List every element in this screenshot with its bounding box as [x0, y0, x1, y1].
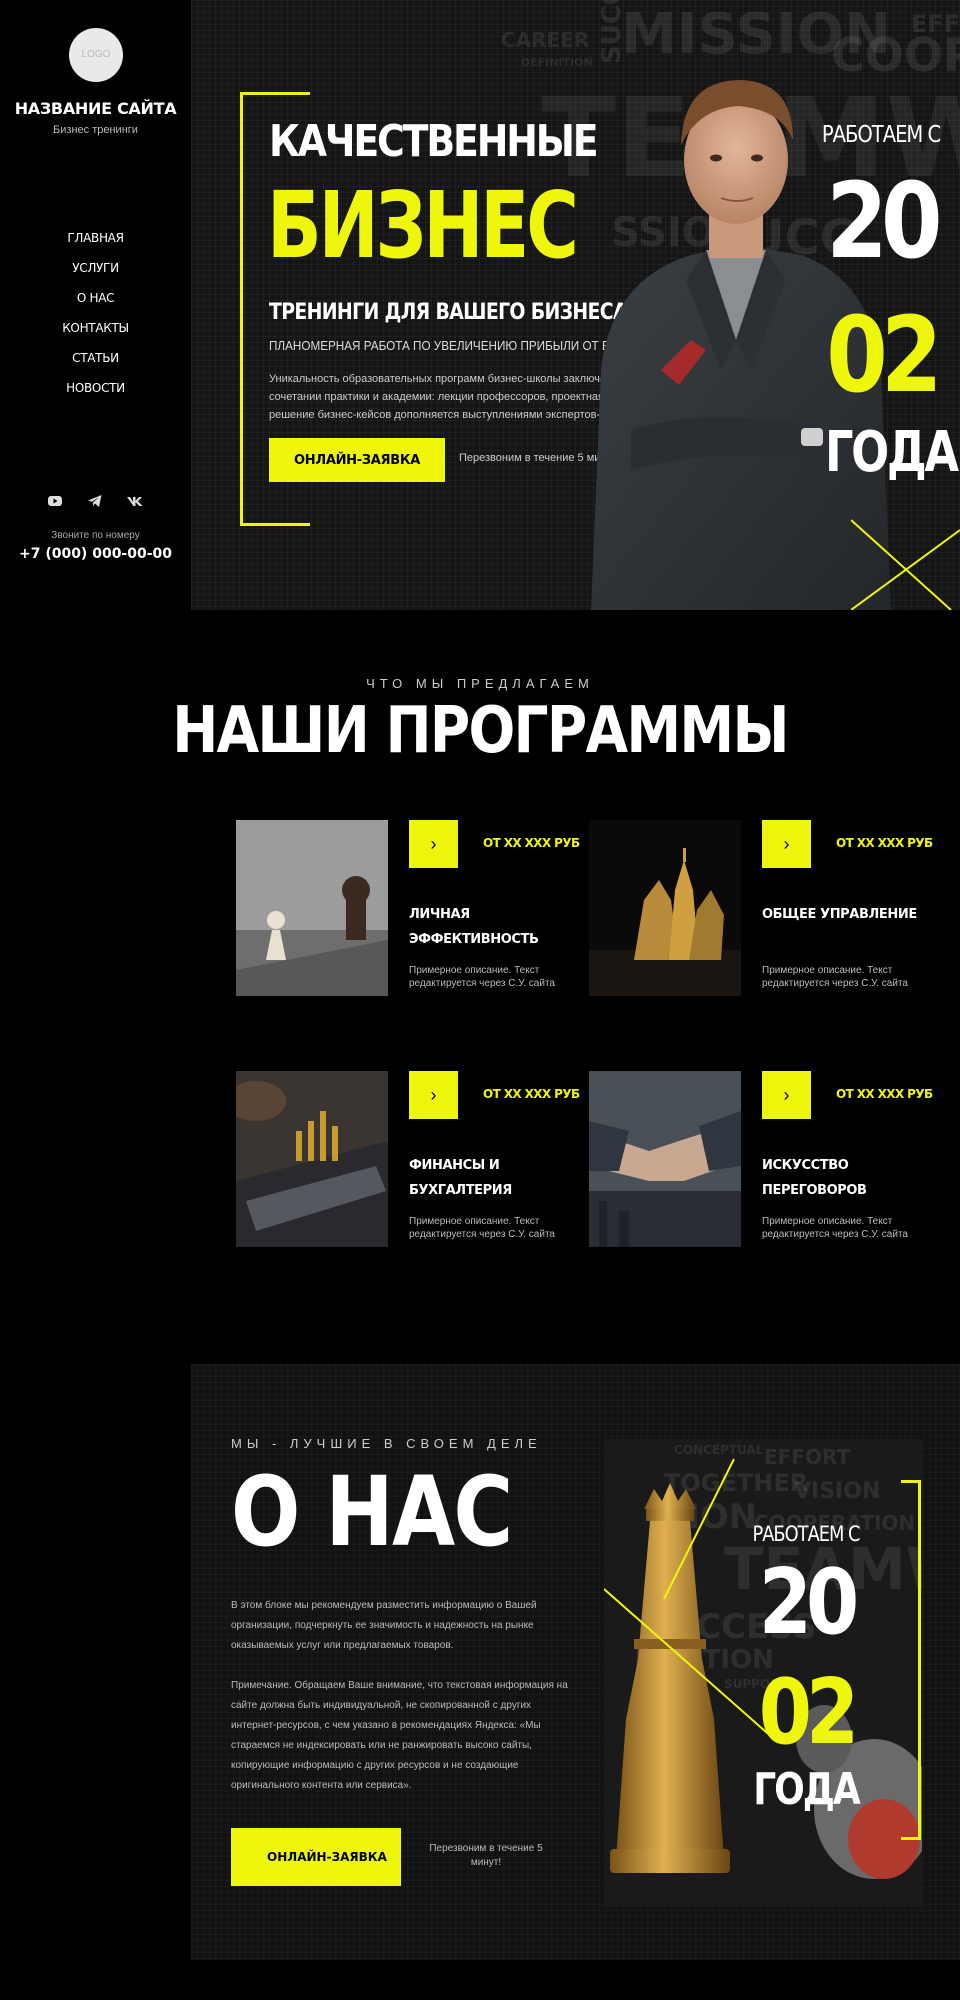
site-tagline: Бизнес тренинги [53, 124, 138, 136]
about-note: Примечание. Обращаем Ваше внимание, что … [231, 1680, 568, 1791]
hero-year-part2: 02 [826, 294, 942, 416]
finance-laptop-photo [236, 1071, 388, 1247]
handshake-photo [589, 1071, 741, 1247]
card-title[interactable]: ФИНАНСЫ И БУХГАЛТЕРИЯ [409, 1153, 569, 1203]
hero-title-line2: БИЗНЕС [267, 172, 579, 279]
card-description: Примерное описание. Текст редактируется … [762, 1216, 908, 1240]
card-price: ОТ XX XXX РУБ [483, 1087, 580, 1101]
nav-item-contacts[interactable]: КОНТАКТЫ [0, 318, 191, 348]
golden-chess-photo [589, 820, 741, 996]
social-links [45, 491, 145, 511]
program-card[interactable]: › ОТ XX XXX РУБ ФИНАНСЫ И БУХГАЛТЕРИЯ Пр… [236, 1071, 580, 1249]
hero-year-part1: 20 [826, 160, 942, 282]
card-price: ОТ XX XXX РУБ [483, 836, 580, 850]
about-title: О НАС [231, 1456, 513, 1568]
hero-title-line1: КАЧЕСТВЕННЫЕ [269, 116, 599, 167]
about-kicker: МЫ - ЛУЧШИЕ В СВОЕМ ДЕЛЕ [231, 1436, 542, 1451]
about-year-suffix: ГОДА [753, 1764, 861, 1815]
site-name[interactable]: НАЗВАНИЕ САЙТА [0, 99, 191, 118]
about-order-button[interactable]: ОНЛАЙН-ЗАЯВКА [231, 1828, 401, 1886]
hero-year-suffix: ГОДА [825, 420, 959, 485]
card-description: Примерное описание. Текст редактируется … [409, 1216, 555, 1240]
logo[interactable]: LOGO [69, 28, 123, 82]
about-section: МЫ - ЛУЧШИЕ В СВОЕМ ДЕЛЕ О НАС В этом бл… [191, 1364, 960, 1960]
main-nav: ГЛАВНАЯ УСЛУГИ О НАС КОНТАКТЫ СТАТЬИ НОВ… [0, 228, 191, 408]
hero-cross-lines [851, 519, 960, 610]
about-year-part1: 20 [758, 1550, 860, 1655]
about-since-label: РАБОТАЕМ С [752, 1522, 860, 1546]
about-year-part2: 02 [758, 1660, 860, 1765]
nav-item-articles[interactable]: СТАТЬИ [0, 348, 191, 378]
card-description: Примерное описание. Текст редактируется … [409, 965, 555, 989]
about-yellow-frame [901, 1480, 921, 1840]
nav-item-about[interactable]: О НАС [0, 288, 191, 318]
page: LOGO НАЗВАНИЕ САЙТА Бизнес тренинги ГЛАВ… [0, 0, 960, 2000]
youtube-icon[interactable] [45, 491, 65, 511]
about-paragraph: В этом блоке мы рекомендуем разместить и… [231, 1600, 537, 1651]
chess-pawn-photo [236, 820, 388, 996]
nav-item-services[interactable]: УСЛУГИ [0, 258, 191, 288]
program-card[interactable]: › ОТ XX XXX РУБ ЛИЧНАЯ ЭФФЕКТИВНОСТЬ При… [236, 820, 580, 998]
vk-icon[interactable] [125, 491, 145, 511]
programs-title: НАШИ ПРОГРАММЫ [172, 694, 789, 768]
card-title[interactable]: ИСКУССТВО ПЕРЕГОВОРОВ [762, 1153, 922, 1203]
nav-item-home[interactable]: ГЛАВНАЯ [0, 228, 191, 258]
about-callback-note: Перезвоним в течение 5 минут! [429, 1843, 543, 1868]
card-arrow-button[interactable]: › [762, 1071, 811, 1119]
card-description: Примерное описание. Текст редактируется … [762, 965, 908, 989]
hero-order-button[interactable]: ОНЛАЙН-ЗАЯВКА [269, 438, 445, 482]
hero-section: CAREER MISSION SUCC EFFORT COOP TEAMWO D… [191, 0, 960, 610]
card-price: ОТ XX XXX РУБ [836, 1087, 933, 1101]
card-arrow-button[interactable]: › [762, 820, 811, 868]
programs-kicker: ЧТО МЫ ПРЕДЛАГАЕМ [366, 676, 594, 691]
card-arrow-button[interactable]: › [409, 1071, 458, 1119]
sidebar: LOGO НАЗВАНИЕ САЙТА Бизнес тренинги ГЛАВ… [0, 0, 191, 610]
card-title[interactable]: ЛИЧНАЯ ЭФФЕКТИВНОСТЬ [409, 902, 569, 952]
card-price: ОТ XX XXX РУБ [836, 836, 933, 850]
program-card[interactable]: › ОТ XX XXX РУБ ОБЩЕЕ УПРАВЛЕНИЕ Примерн… [589, 820, 933, 998]
phone-number[interactable]: +7 (000) 000-00-00 [0, 546, 191, 562]
hero-since-label: РАБОТАЕМ С [821, 122, 941, 148]
telegram-icon[interactable] [85, 491, 105, 511]
program-card[interactable]: › ОТ XX XXX РУБ ИСКУССТВО ПЕРЕГОВОРОВ Пр… [589, 1071, 933, 1249]
card-arrow-button[interactable]: › [409, 820, 458, 868]
card-title[interactable]: ОБЩЕЕ УПРАВЛЕНИЕ [762, 902, 922, 927]
nav-item-news[interactable]: НОВОСТИ [0, 378, 191, 408]
call-label: Звоните по номеру [51, 530, 140, 541]
